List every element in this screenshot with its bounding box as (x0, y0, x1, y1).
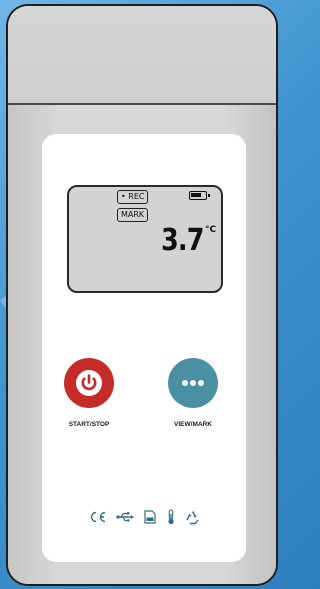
rec-indicator: • REC (117, 190, 149, 204)
thermometer-icon (166, 509, 176, 525)
view-mark-button[interactable] (168, 358, 218, 408)
temperature-unit: °C (205, 225, 217, 235)
temperature-reading: 3.7 (161, 223, 204, 258)
temperature-logger-device: • REC MARK 3.7 °C START/STOP VIEW/MARK (6, 4, 278, 586)
start-stop-button[interactable] (64, 358, 114, 408)
lcd-display: • REC MARK 3.7 °C (67, 185, 223, 293)
pdf-file-icon (143, 510, 157, 524)
front-panel: • REC MARK 3.7 °C START/STOP VIEW/MARK (42, 134, 246, 562)
more-dots-icon (182, 380, 204, 386)
battery-icon (189, 191, 210, 200)
battery-level (191, 193, 201, 197)
certification-icons (42, 508, 246, 526)
view-mark-label: VIEW/MARK (174, 421, 212, 428)
usb-icon (115, 511, 134, 523)
device-cap (8, 6, 276, 105)
power-icon (76, 370, 102, 396)
ce-mark-icon (89, 511, 107, 523)
start-stop-label: START/STOP (68, 421, 110, 428)
recycle-icon (185, 510, 200, 525)
mark-indicator: MARK (117, 208, 149, 222)
